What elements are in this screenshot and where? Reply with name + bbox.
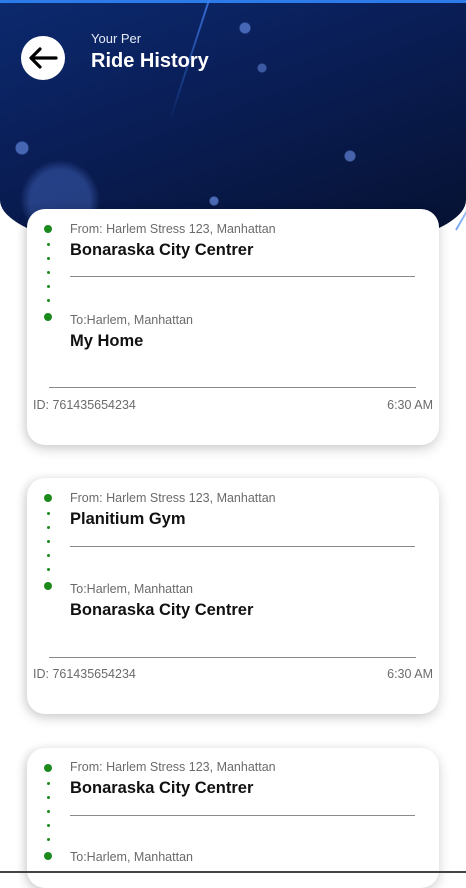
ride-card[interactable]: From: Harlem Stress 123, Manhattan Plani… — [27, 478, 439, 714]
route-dot — [47, 782, 50, 785]
ride-time: 6:30 AM — [387, 398, 433, 412]
route-dot — [47, 540, 50, 543]
route-dot — [47, 243, 50, 246]
route-dot — [47, 568, 50, 571]
from-place: Bonaraska City Centrer — [70, 241, 254, 259]
ride-id: ID: 761435654234 — [33, 667, 136, 681]
route-dot — [47, 554, 50, 557]
page-title: Ride History — [91, 50, 209, 72]
route-dot — [47, 796, 50, 799]
from-address: From: Harlem Stress 123, Manhattan — [70, 222, 276, 236]
route-dot — [47, 512, 50, 515]
header-subtitle: Your Per — [91, 31, 142, 46]
dropoff-dot-icon — [44, 582, 52, 590]
dropoff-dot-icon — [44, 852, 52, 860]
from-place: Planitium Gym — [70, 510, 186, 528]
to-place: Bonaraska City Centrer — [70, 601, 254, 619]
route-dot — [47, 271, 50, 274]
ride-card[interactable]: From: Harlem Stress 123, Manhattan Bonar… — [27, 209, 439, 445]
back-button[interactable] — [21, 36, 65, 80]
pickup-dot-icon — [44, 494, 52, 502]
route-dot — [47, 824, 50, 827]
divider — [70, 546, 415, 547]
route-dot — [47, 285, 50, 288]
from-place: Bonaraska City Centrer — [70, 779, 254, 797]
to-place: My Home — [70, 332, 144, 350]
route-dot — [47, 838, 50, 841]
divider — [70, 276, 415, 277]
route-dot — [47, 810, 50, 813]
route-dot — [47, 526, 50, 529]
ride-card[interactable]: From: Harlem Stress 123, Manhattan Bonar… — [27, 748, 439, 888]
from-address: From: Harlem Stress 123, Manhattan — [70, 491, 276, 505]
to-address: To:Harlem, Manhattan — [70, 582, 193, 596]
dropoff-dot-icon — [44, 313, 52, 321]
route-dot — [47, 257, 50, 260]
arrow-left-icon — [29, 47, 58, 69]
from-address: From: Harlem Stress 123, Manhattan — [70, 760, 276, 774]
divider — [49, 387, 416, 388]
ride-id: ID: 761435654234 — [33, 398, 136, 412]
to-address: To:Harlem, Manhattan — [70, 850, 193, 864]
pickup-dot-icon — [44, 225, 52, 233]
divider — [49, 657, 416, 658]
pickup-dot-icon — [44, 764, 52, 772]
ride-time: 6:30 AM — [387, 667, 433, 681]
divider — [70, 815, 415, 816]
to-address: To:Harlem, Manhattan — [70, 313, 193, 327]
route-dot — [47, 299, 50, 302]
status-accent-line — [0, 0, 466, 3]
